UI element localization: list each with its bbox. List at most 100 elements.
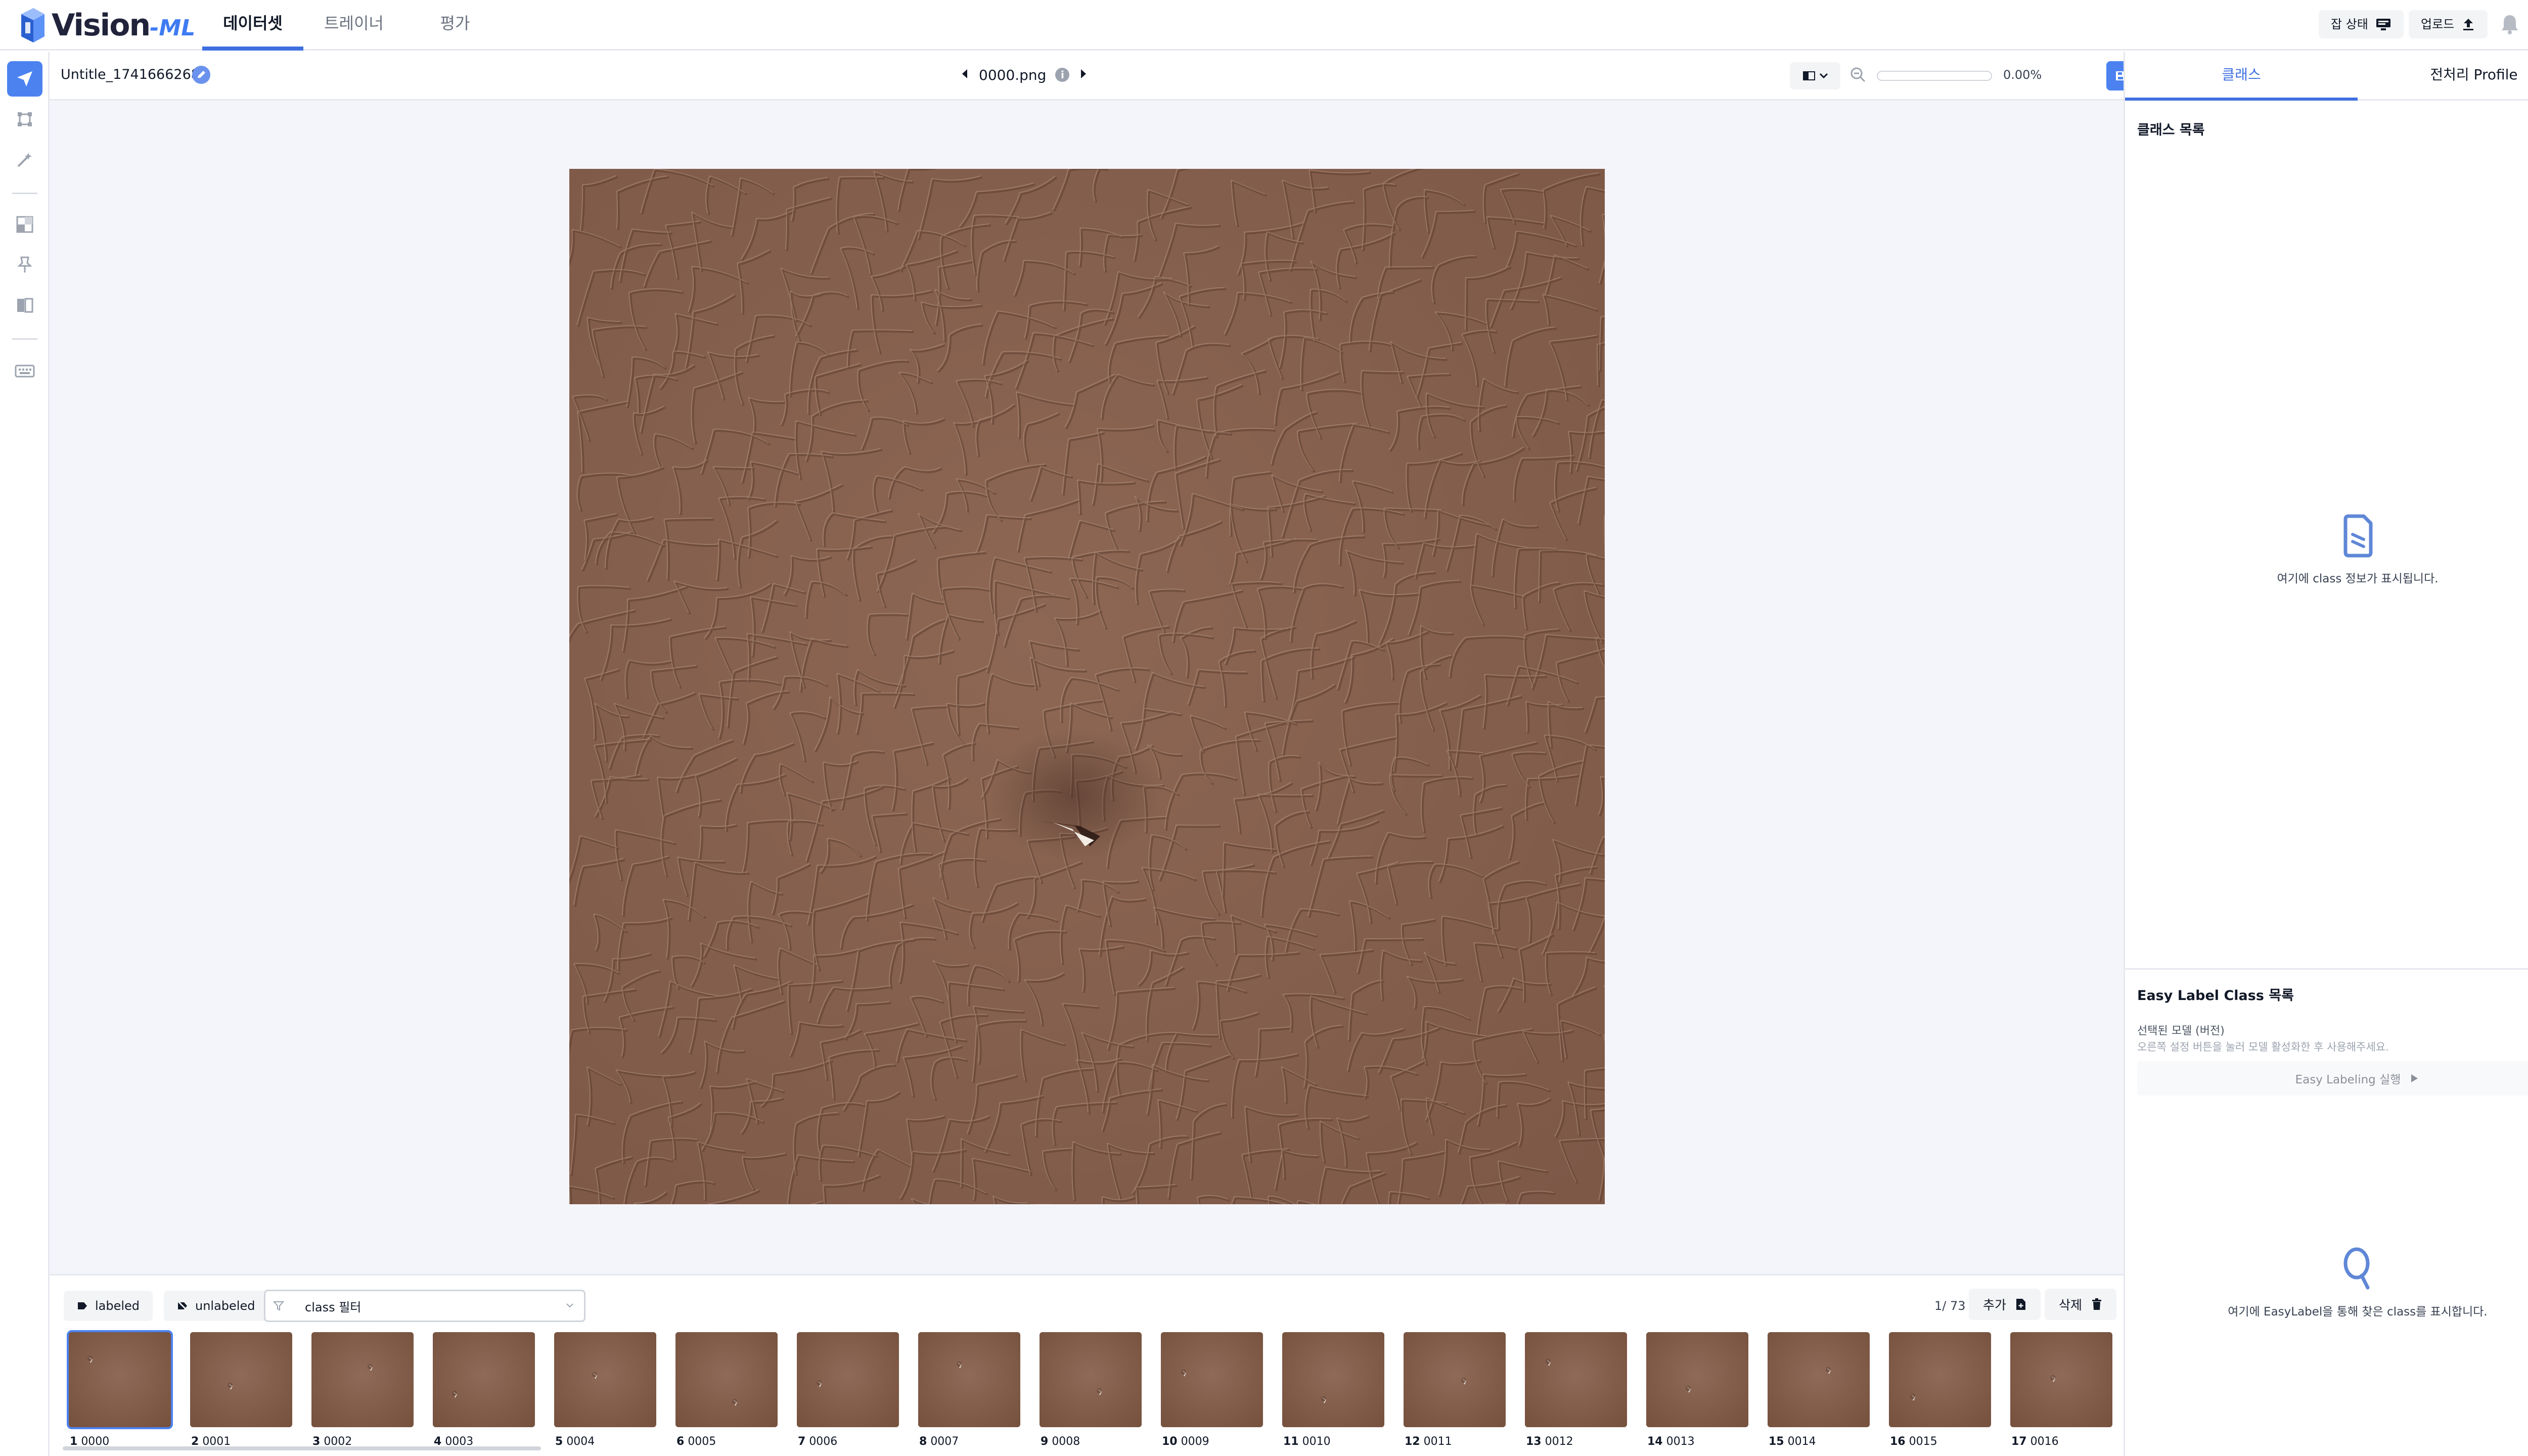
thumbnail-item[interactable]: 15 0014 bbox=[1766, 1330, 1872, 1448]
play-icon bbox=[2411, 1074, 2418, 1082]
right-panel: 클래스 전처리 Profile 클래스 목록 여기에 class 정보가 표시됩… bbox=[2124, 52, 2528, 1456]
filter-icon bbox=[273, 1301, 285, 1311]
run-label: Easy Labeling 실행 bbox=[2295, 1073, 2401, 1086]
easy-label-title: Easy Label Class 목록 bbox=[2137, 988, 2294, 1004]
class-filter-select[interactable]: class 필터 bbox=[264, 1290, 585, 1322]
thumbnail-image bbox=[1402, 1330, 1508, 1429]
class-filter-placeholder: class 필터 bbox=[305, 1300, 362, 1314]
unlabeled-label: unlabeled bbox=[195, 1299, 255, 1313]
compare-icon bbox=[17, 298, 33, 313]
tab-preprocessing-profile[interactable]: 전처리 Profile bbox=[2358, 52, 2528, 101]
job-status-button[interactable]: 잡 상태 bbox=[2319, 10, 2404, 38]
upload-label: 업로드 bbox=[2421, 17, 2455, 31]
logo-wordmark: Vision-ML bbox=[52, 8, 196, 43]
thumbnail-caption: 13 0012 bbox=[1526, 1435, 1573, 1448]
thumbnail-caption: 8 0007 bbox=[919, 1435, 959, 1448]
thumbnail-item[interactable]: 3 0002 bbox=[309, 1330, 416, 1448]
nav-tab-dataset[interactable]: 데이터셋 bbox=[202, 0, 303, 51]
thumbnail-item[interactable]: 7 0006 bbox=[795, 1330, 901, 1448]
notification-bell-icon[interactable] bbox=[2500, 13, 2520, 37]
thumbnail-item[interactable]: 12 0011 bbox=[1402, 1330, 1508, 1448]
thumbnail-item[interactable]: 6 0005 bbox=[673, 1330, 780, 1448]
toolbar-divider bbox=[12, 193, 37, 194]
filmstrip-panel: labeled unlabeled class 필터 1/ 73 추가 삭제 1… bbox=[50, 1274, 2124, 1456]
thumbnail-caption: 11 0010 bbox=[1283, 1435, 1331, 1448]
monitor-icon bbox=[2376, 19, 2390, 30]
thumbnail-caption: 17 0016 bbox=[2011, 1435, 2059, 1448]
thumbnail-image bbox=[67, 1330, 173, 1429]
thumbnail-item[interactable]: 10 0009 bbox=[1159, 1330, 1265, 1448]
nav-tab-evaluation[interactable]: 평가 bbox=[404, 0, 506, 51]
left-toolbar bbox=[0, 52, 50, 1456]
thumbnail-image bbox=[309, 1330, 416, 1429]
prev-image-icon[interactable] bbox=[960, 67, 970, 83]
selected-model-label: 선택된 모델 (버전) bbox=[2137, 1025, 2225, 1037]
segmentation-tool-button[interactable] bbox=[7, 207, 42, 242]
thumbnail-item[interactable]: 13 0012 bbox=[1523, 1330, 1629, 1448]
thumbnail-caption: 9 0008 bbox=[1041, 1435, 1080, 1448]
thumbnail-image bbox=[673, 1330, 780, 1429]
keyboard-icon bbox=[15, 365, 35, 378]
tab-classes[interactable]: 클래스 bbox=[2125, 52, 2358, 101]
thumbnail-image bbox=[1159, 1330, 1265, 1429]
thumbnail-item[interactable]: 8 0007 bbox=[916, 1330, 1022, 1448]
delete-image-button[interactable]: 삭제 bbox=[2045, 1289, 2117, 1320]
thumbnail-image bbox=[1766, 1330, 1872, 1429]
bounding-box-icon bbox=[18, 112, 32, 126]
thumbnail-item[interactable]: 14 0013 bbox=[1644, 1330, 1750, 1448]
file-navigator: 0000.png i bbox=[960, 52, 1089, 98]
compare-tool-button[interactable] bbox=[7, 288, 42, 323]
thumbnail-image bbox=[1887, 1330, 1993, 1429]
thumbnail-item[interactable]: 2 0001 bbox=[188, 1330, 294, 1448]
thumbnail-item[interactable]: 4 0003 bbox=[431, 1330, 537, 1448]
top-nav: Vision-ML 데이터셋 트레이너 평가 잡 상태 업로드 bbox=[0, 0, 2528, 51]
thumbnail-item[interactable]: 17 0016 bbox=[2008, 1330, 2114, 1448]
easy-label-empty-state: 여기에 EasyLabel을 통해 찾은 class를 표시합니다. bbox=[2125, 1245, 2528, 1319]
editor-header: Untitle_1741666268 0000.png i 0.00% 저장 bbox=[50, 52, 2163, 101]
project-name: Untitle_1741666268 bbox=[61, 67, 200, 82]
bounding-box-tool-button[interactable] bbox=[7, 102, 42, 137]
add-label: 추가 bbox=[1983, 1298, 2007, 1312]
class-empty-text: 여기에 class 정보가 표시됩니다. bbox=[2277, 572, 2439, 585]
thumbnail-caption: 5 0004 bbox=[555, 1435, 595, 1448]
chevron-down-icon bbox=[1819, 73, 1828, 79]
view-mode-dropdown[interactable] bbox=[1790, 62, 1840, 89]
edit-project-name-icon[interactable] bbox=[192, 66, 210, 84]
thumbnail-caption: 10 0009 bbox=[1162, 1435, 1209, 1448]
chevron-down-icon bbox=[566, 1303, 573, 1308]
thumbnail-item[interactable]: 5 0004 bbox=[552, 1330, 658, 1448]
thumbnail-image bbox=[1523, 1330, 1629, 1429]
file-info-icon[interactable]: i bbox=[1055, 68, 1070, 82]
easy-labeling-run-button[interactable]: Easy Labeling 실행 bbox=[2137, 1061, 2528, 1096]
thumbnail-item[interactable]: 9 0008 bbox=[1037, 1330, 1144, 1448]
zoom-slider[interactable] bbox=[1877, 71, 1992, 81]
magic-wand-icon bbox=[17, 153, 32, 167]
next-image-icon[interactable] bbox=[1078, 67, 1089, 83]
unlabeled-filter-chip[interactable]: unlabeled bbox=[164, 1291, 268, 1321]
untagged-icon bbox=[177, 1301, 188, 1311]
annotation-image[interactable] bbox=[569, 169, 1605, 1204]
thumbnail-item[interactable]: 11 0010 bbox=[1280, 1330, 1386, 1448]
magic-wand-tool-button[interactable] bbox=[7, 142, 42, 177]
add-file-icon bbox=[2016, 1299, 2026, 1310]
thumbnail-caption: 7 0006 bbox=[798, 1435, 838, 1448]
selected-model-hint: 오른쪽 설정 버튼을 눌러 모델 활성화한 후 사용해주세요. bbox=[2137, 1041, 2389, 1053]
thumbnail-item[interactable]: 16 0015 bbox=[1887, 1330, 1993, 1448]
upload-button[interactable]: 업로드 bbox=[2409, 10, 2488, 38]
navigate-tool-button[interactable] bbox=[7, 61, 42, 97]
labeled-filter-chip[interactable]: labeled bbox=[64, 1291, 153, 1321]
keyboard-shortcuts-button[interactable] bbox=[7, 353, 42, 389]
thumbnail-image bbox=[916, 1330, 1022, 1429]
filmstrip-scrollbar[interactable] bbox=[63, 1446, 541, 1450]
zoom-out-icon[interactable] bbox=[1849, 66, 1867, 85]
logo-cube-icon bbox=[18, 7, 48, 43]
current-file-name: 0000.png bbox=[979, 66, 1047, 83]
add-image-button[interactable]: 추가 bbox=[1969, 1289, 2041, 1320]
layout-icon bbox=[1803, 71, 1815, 80]
nav-tab-trainer[interactable]: 트레이너 bbox=[303, 0, 404, 51]
segmentation-icon bbox=[16, 216, 33, 233]
app-logo[interactable]: Vision-ML bbox=[18, 7, 195, 43]
thumbnail-item[interactable]: 1 0000 bbox=[67, 1330, 173, 1448]
labeled-label: labeled bbox=[95, 1299, 140, 1313]
pin-tool-button[interactable] bbox=[7, 247, 42, 283]
